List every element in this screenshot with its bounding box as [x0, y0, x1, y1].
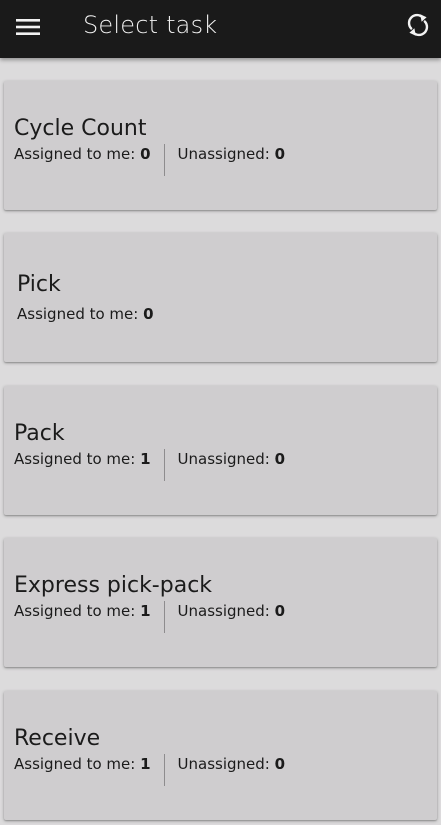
task-stats: Assigned to me: 0 Unassigned: 0: [14, 144, 285, 178]
task-stats: Assigned to me: 1 Unassigned: 0: [14, 754, 285, 788]
unassigned-count: 0: [274, 602, 286, 620]
stat-divider: [163, 449, 165, 481]
task-title: Pack: [14, 421, 65, 446]
task-title: Cycle Count: [14, 116, 147, 141]
task-card-pick[interactable]: Pick Assigned to me: 0: [4, 233, 437, 362]
unassigned-count: 0: [274, 450, 286, 468]
task-stats: Assigned to me: 1 Unassigned: 0: [14, 601, 285, 635]
task-card-express-pick-pack[interactable]: Express pick-pack Assigned to me: 1 Unas…: [4, 538, 437, 667]
task-card-receive[interactable]: Receive Assigned to me: 1 Unassigned: 0: [4, 691, 437, 820]
assigned-count: 1: [140, 602, 151, 620]
unassigned-stat: Unassigned: 0: [177, 450, 286, 468]
task-card-pack[interactable]: Pack Assigned to me: 1 Unassigned: 0: [4, 386, 437, 515]
task-title: Express pick-pack: [14, 573, 213, 598]
assigned-to-me-stat: Assigned to me: 1: [14, 450, 151, 468]
unassigned-stat: Unassigned: 0: [177, 145, 286, 163]
task-title: Receive: [14, 726, 101, 751]
unassigned-count: 0: [274, 755, 286, 773]
assigned-count: 1: [140, 450, 151, 468]
hamburger-menu-icon[interactable]: [10, 9, 46, 45]
unassigned-count: 0: [274, 145, 286, 163]
assigned-to-me-stat: Assigned to me: 1: [14, 755, 151, 773]
assigned-to-me-stat: Assigned to me: 0: [14, 145, 151, 163]
unassigned-stat: Unassigned: 0: [177, 602, 286, 620]
assigned-count: 0: [143, 305, 154, 323]
page-title: Select task: [83, 11, 218, 39]
stat-divider: [163, 144, 165, 176]
app-bar: Select task: [0, 0, 441, 58]
assigned-count: 1: [140, 755, 151, 773]
assigned-to-me-stat: Assigned to me: 0: [17, 305, 154, 323]
refresh-icon[interactable]: [400, 7, 436, 43]
task-title: Pick: [17, 272, 61, 297]
task-stats: Assigned to me: 0: [17, 304, 154, 338]
stat-divider: [163, 754, 165, 786]
assigned-count: 0: [140, 145, 151, 163]
task-card-cycle-count[interactable]: Cycle Count Assigned to me: 0 Unassigned…: [4, 81, 437, 210]
assigned-to-me-stat: Assigned to me: 1: [14, 602, 151, 620]
stat-divider: [163, 601, 165, 633]
task-stats: Assigned to me: 1 Unassigned: 0: [14, 449, 285, 483]
unassigned-stat: Unassigned: 0: [177, 755, 286, 773]
